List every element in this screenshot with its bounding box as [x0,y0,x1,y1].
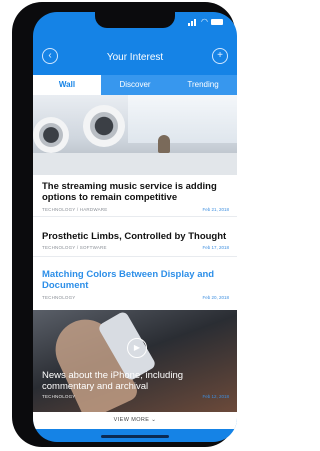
article-category: TECHNOLOGY / HARDWARE [42,207,108,212]
divider [33,216,237,217]
article-list: The streaming music service is adding op… [33,175,237,310]
app-header: ‹ Your Interest + [33,42,237,74]
view-more-button[interactable]: VIEW MORE ⌄ [33,412,237,429]
battery-icon [211,19,223,25]
article-category: TECHNOLOGY [42,295,76,300]
tab-bar: Wall Discover Trending [33,75,237,95]
phone-frame: ◠ ‹ Your Interest + Wall Discover Trendi… [12,2,237,447]
article-category: TECHNOLOGY [42,394,76,399]
home-indicator[interactable] [101,435,169,438]
speakers-photo[interactable] [33,95,237,175]
app-screen: ◠ ‹ Your Interest + Wall Discover Trendi… [33,12,237,442]
article-date: Feb 21, 2018 [202,207,229,212]
window-background [128,95,237,143]
article-date: Feb 17, 2018 [202,245,229,250]
article-headline[interactable]: Matching Colors Between Display and Docu… [42,269,228,291]
add-icon[interactable]: + [212,48,228,64]
speaker-right [33,117,69,153]
tab-discover[interactable]: Discover [101,75,169,95]
tab-wall[interactable]: Wall [33,75,101,95]
article-date: Feb 12, 2018 [202,394,229,399]
play-icon[interactable]: ▶ [127,338,147,358]
article-date: Feb 20, 2018 [202,295,229,300]
page-title: Your Interest [106,52,164,63]
divider [33,256,237,257]
article-headline[interactable]: The streaming music service is adding op… [42,181,228,203]
desk-surface [33,153,237,175]
figurine [158,135,170,153]
tab-trending[interactable]: Trending [169,75,237,95]
notch [95,12,175,28]
speaker-left [83,105,125,147]
article-headline[interactable]: Prosthetic Limbs, Controlled by Thought [42,231,228,242]
wifi-icon: ◠ [201,17,208,26]
article-headline[interactable]: News about the iPhone, including comment… [42,370,202,392]
status-bar: ◠ [188,17,223,27]
article-category: TECHNOLOGY / SOFTWARE [42,245,107,250]
view-more-label: VIEW MORE [113,417,150,423]
signal-icon [188,18,198,26]
chevron-down-icon: ⌄ [151,417,157,423]
iphone-photo[interactable]: ▶ News about the iPhone, including comme… [33,310,237,412]
